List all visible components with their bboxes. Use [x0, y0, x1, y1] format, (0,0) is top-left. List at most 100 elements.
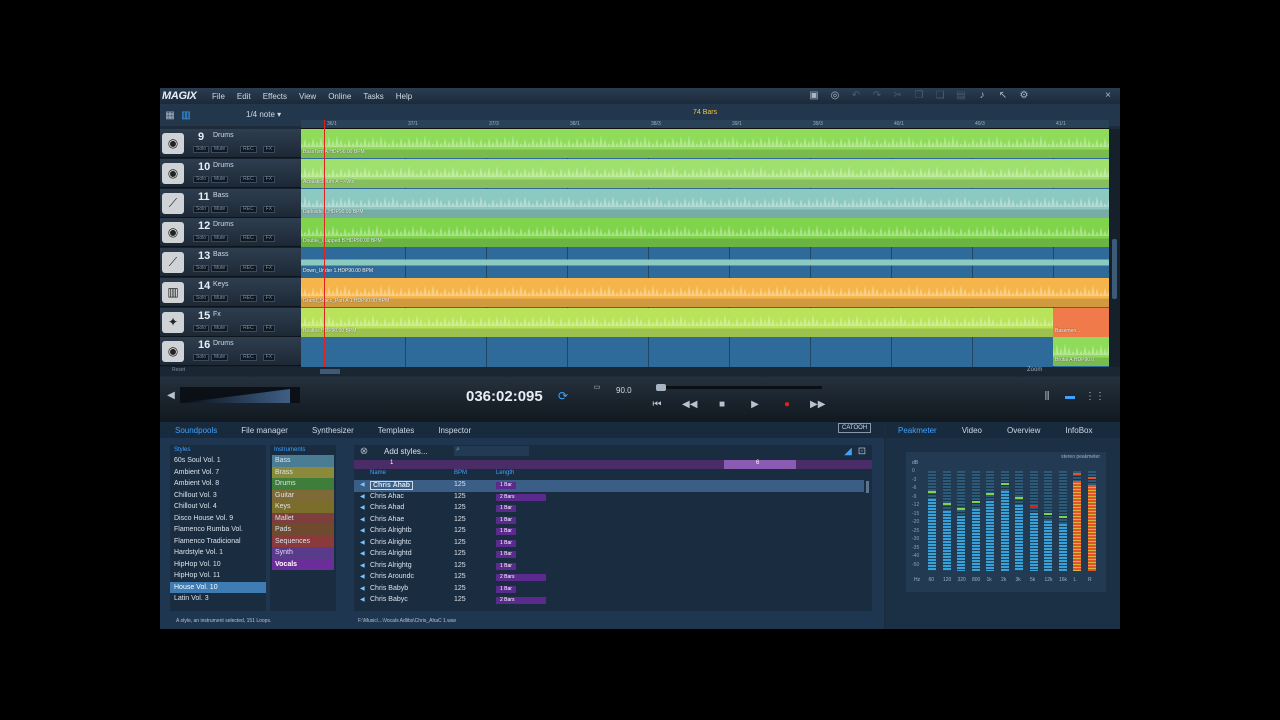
menu-view[interactable]: View — [293, 92, 322, 101]
horizontal-scroll-thumb[interactable] — [320, 369, 340, 374]
header-name[interactable]: Name — [370, 470, 386, 476]
grid-view-icon[interactable]: ▥ — [180, 110, 192, 121]
track-mute-button[interactable]: Mute — [211, 265, 229, 272]
playhead[interactable] — [324, 120, 325, 368]
track-rec-button[interactable]: REC — [240, 205, 257, 213]
menu-edit[interactable]: Edit — [231, 92, 257, 101]
track-mute-button[interactable]: Mute — [211, 294, 229, 302]
track-mute-button[interactable]: Mute — [211, 146, 229, 153]
track-solo-button[interactable]: Solo — [193, 235, 210, 243]
track-fx-button[interactable]: FX — [262, 175, 276, 183]
style-item[interactable]: Hardstyle Vol. 1 — [170, 547, 266, 559]
instrument-item[interactable]: Guitar — [272, 489, 334, 501]
track-header[interactable]: ⟋ 11 Bass Solo Mute REC FX — [160, 188, 301, 218]
loop-row[interactable]: ◀ Chris Babyb 125 1 Bar — [354, 584, 864, 596]
loop-row[interactable]: ◀ Chris Babyc 125 2 Bars — [354, 595, 864, 607]
header-length[interactable]: Length — [496, 470, 514, 476]
pointer-icon[interactable]: ↖ — [997, 90, 1009, 101]
style-item[interactable]: HipHop Vol. 10 — [170, 559, 266, 571]
style-item[interactable]: HipHop Vol. 11 — [170, 570, 266, 582]
loop-row[interactable]: ◀ Chris Aroundc 125 2 Bars — [354, 572, 864, 584]
tab-file-manager[interactable]: File manager — [226, 426, 297, 435]
style-item[interactable]: 60s Soul Vol. 1 — [170, 455, 266, 467]
track-rec-button[interactable]: REC — [240, 265, 257, 272]
audio-clip[interactable]: Darkside 1.HDP90.00 BPM — [301, 188, 1109, 218]
track-solo-button[interactable]: Solo — [193, 265, 210, 272]
audio-clip[interactable]: AcousticDrum A -->Vito — [301, 158, 1109, 188]
track-solo-button[interactable]: Solo — [193, 205, 210, 213]
track-lane[interactable]: Double_Clapped B.HDP90.00 BPM — [301, 218, 1109, 248]
loop-row[interactable]: ◀ Chris Ahab 125 1 Bar — [354, 480, 864, 492]
audio-clip[interactable]: BassTom A.HDP90.00 BPM — [301, 129, 1109, 158]
position-slider[interactable] — [656, 386, 822, 389]
zoom-control[interactable]: Zoom — [1027, 367, 1042, 373]
delete-icon[interactable]: ▤ — [955, 90, 967, 101]
track-rec-button[interactable]: REC — [240, 175, 257, 183]
menu-help[interactable]: Help — [390, 92, 418, 101]
loop-preview-icon[interactable]: ◢ — [842, 446, 854, 457]
track-fx-button[interactable]: FX — [262, 146, 276, 153]
track-header[interactable]: ◉ 10 Drums Solo Mute REC FX — [160, 158, 301, 188]
style-item[interactable]: Chillout Vol. 4 — [170, 501, 266, 513]
style-item[interactable]: Flamenco Rumba Vol. — [170, 524, 266, 536]
track-solo-button[interactable]: Solo — [193, 294, 210, 302]
track-mute-button[interactable]: Mute — [211, 235, 229, 243]
track-lane[interactable]: Down_Under 1.HDP90.00 BPM — [301, 248, 1109, 277]
reset-button[interactable]: Reset — [172, 367, 185, 373]
menu-tasks[interactable]: Tasks — [357, 92, 389, 101]
audio-clip[interactable]: Grand_Stacc_Part A 1.HDP90.00 BPM — [301, 277, 1109, 307]
forward-button[interactable]: ▶▶ — [810, 398, 825, 412]
header-bpm[interactable]: BPM — [454, 470, 467, 476]
tab-infobox[interactable]: InfoBox — [1053, 426, 1105, 435]
close-icon[interactable]: × — [1102, 90, 1114, 101]
scroll-thumb[interactable] — [1112, 239, 1117, 299]
vertical-scrollbar[interactable] — [1109, 129, 1120, 367]
track-header[interactable]: ✦ 15 Fx Solo Mute REC FX — [160, 307, 301, 337]
loop-scrollbar[interactable] — [866, 481, 869, 493]
track-solo-button[interactable]: Solo — [193, 354, 210, 362]
audio-clip-fx[interactable]: Basemen... — [1053, 307, 1109, 337]
track-fx-button[interactable]: FX — [262, 294, 276, 302]
master-volume[interactable] — [180, 387, 300, 403]
cut-icon[interactable]: ✂ — [892, 90, 904, 101]
track-lane[interactable]: BassTom A.HDP90.00 BPM — [301, 129, 1109, 158]
style-item[interactable]: Chillout Vol. 3 — [170, 490, 266, 502]
track-mute-button[interactable]: Mute — [211, 205, 229, 213]
mixer-icon[interactable]: ⚙ — [1018, 90, 1030, 101]
go-to-start-button[interactable]: ⏮ — [650, 398, 664, 412]
loop-row[interactable]: ◀ Chris Alrightd 125 1 Bar — [354, 549, 864, 561]
style-item[interactable]: Ambient Vol. 7 — [170, 467, 266, 479]
layout-mixer-icon[interactable]: ▬ — [1063, 390, 1077, 404]
undo-icon[interactable]: ↶ — [850, 90, 862, 101]
style-item[interactable]: Disco House Vol. 9 — [170, 513, 266, 525]
track-solo-button[interactable]: Solo — [193, 324, 210, 332]
track-rec-button[interactable]: REC — [240, 294, 257, 302]
track-header[interactable]: ◉ 16 Drums Solo Mute REC FX — [160, 337, 301, 367]
instrument-item[interactable]: Brass — [272, 466, 334, 478]
tab-synthesizer[interactable]: Synthesizer — [297, 426, 363, 435]
track-rec-button[interactable]: REC — [240, 146, 257, 153]
copy-icon[interactable]: ❐ — [913, 90, 925, 101]
track-solo-button[interactable]: Solo — [193, 175, 210, 183]
view-toggle-icon[interactable]: ▦ — [164, 110, 176, 121]
track-mute-button[interactable]: Mute — [211, 324, 229, 332]
tab-peakmeter[interactable]: Peakmeter — [886, 426, 950, 435]
track-header[interactable]: ◉ 9 Drums Solo Mute REC FX — [160, 129, 301, 158]
audio-clip[interactable]: Brutal A.HDP90.0 — [1053, 337, 1109, 367]
save-icon[interactable]: ▣ — [808, 90, 820, 101]
loop-row[interactable]: ◀ Chris Alrightc 125 1 Bar — [354, 538, 864, 550]
track-fx-button[interactable]: FX — [262, 235, 276, 243]
track-rec-button[interactable]: REC — [240, 354, 257, 362]
tab-inspector[interactable]: Inspector — [423, 426, 480, 435]
record-button[interactable]: ● — [780, 398, 794, 412]
play-button[interactable]: ▶ — [748, 398, 762, 412]
tab-overview[interactable]: Overview — [995, 426, 1053, 435]
redo-icon[interactable]: ↷ — [871, 90, 883, 101]
track-rec-button[interactable]: REC — [240, 235, 257, 243]
stop-button[interactable]: ■ — [715, 398, 729, 412]
arrangement-lanes[interactable]: BassTom A.HDP90.00 BPM AcousticDrum A -->… — [301, 129, 1109, 367]
rewind-button[interactable]: ◀◀ — [682, 398, 697, 412]
track-lane[interactable]: Brutal A.HDP90.0 — [301, 337, 1109, 367]
menu-online[interactable]: Online — [322, 92, 357, 101]
layout-grid-icon[interactable]: ⋮⋮ — [1085, 390, 1105, 404]
